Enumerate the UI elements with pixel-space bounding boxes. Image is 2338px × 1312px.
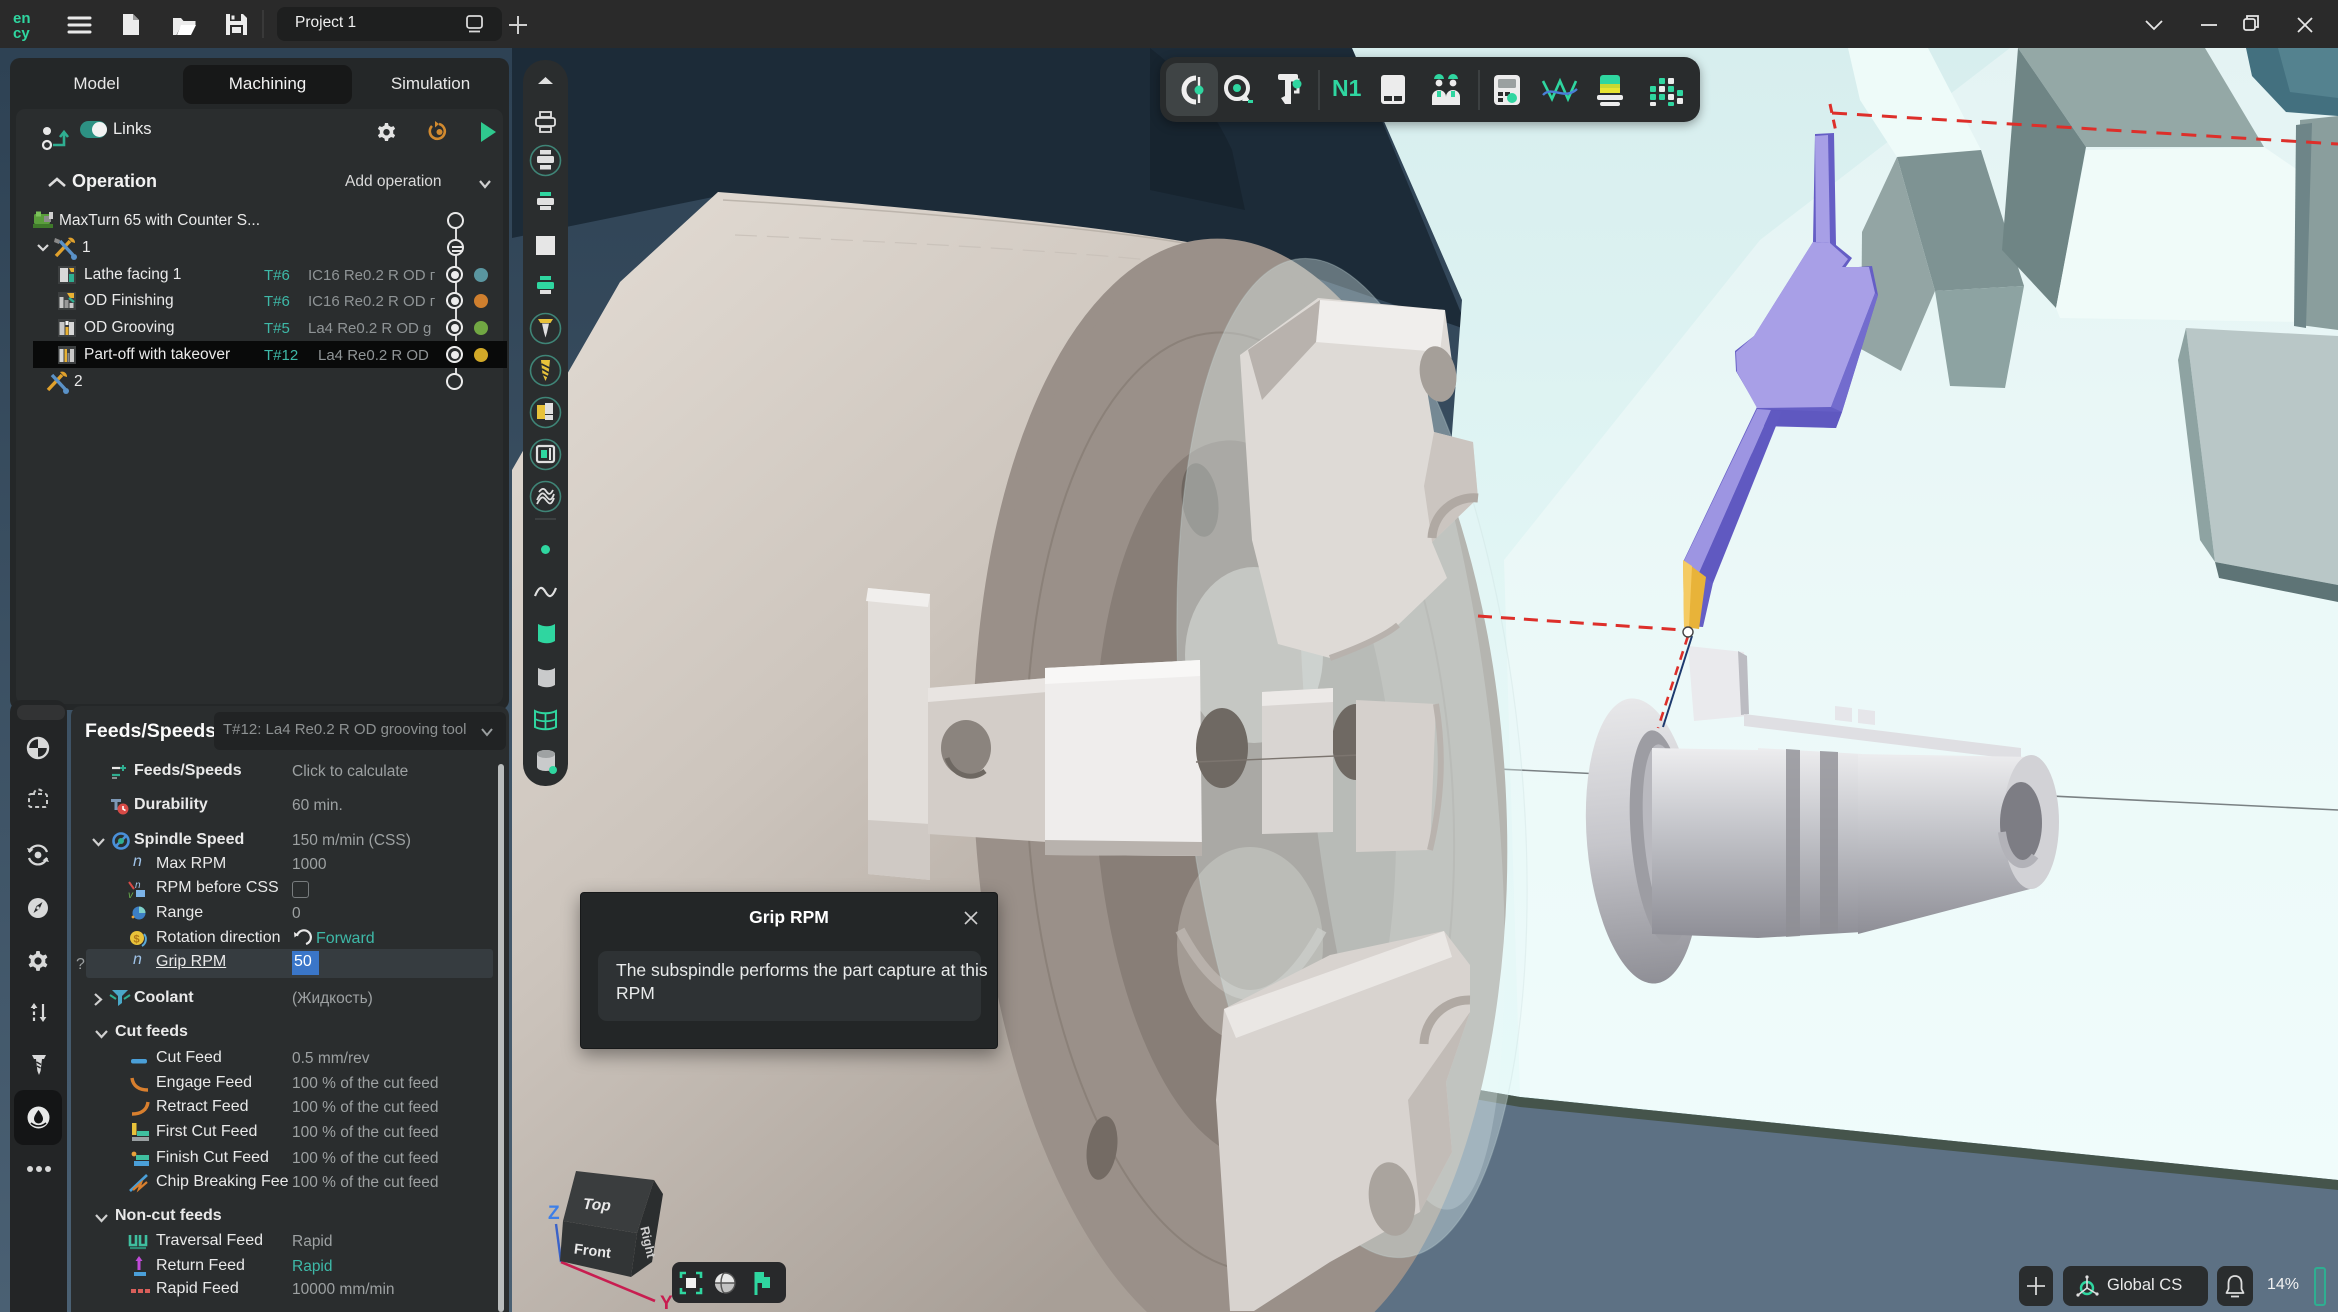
svg-text:v: v: [128, 890, 134, 900]
svg-text:$: $: [134, 934, 140, 946]
svg-text:Top: Top: [582, 1196, 611, 1215]
svg-text:cy: cy: [13, 25, 30, 42]
svg-text:Z: Z: [548, 1203, 560, 1224]
svg-text:n: n: [135, 880, 141, 891]
